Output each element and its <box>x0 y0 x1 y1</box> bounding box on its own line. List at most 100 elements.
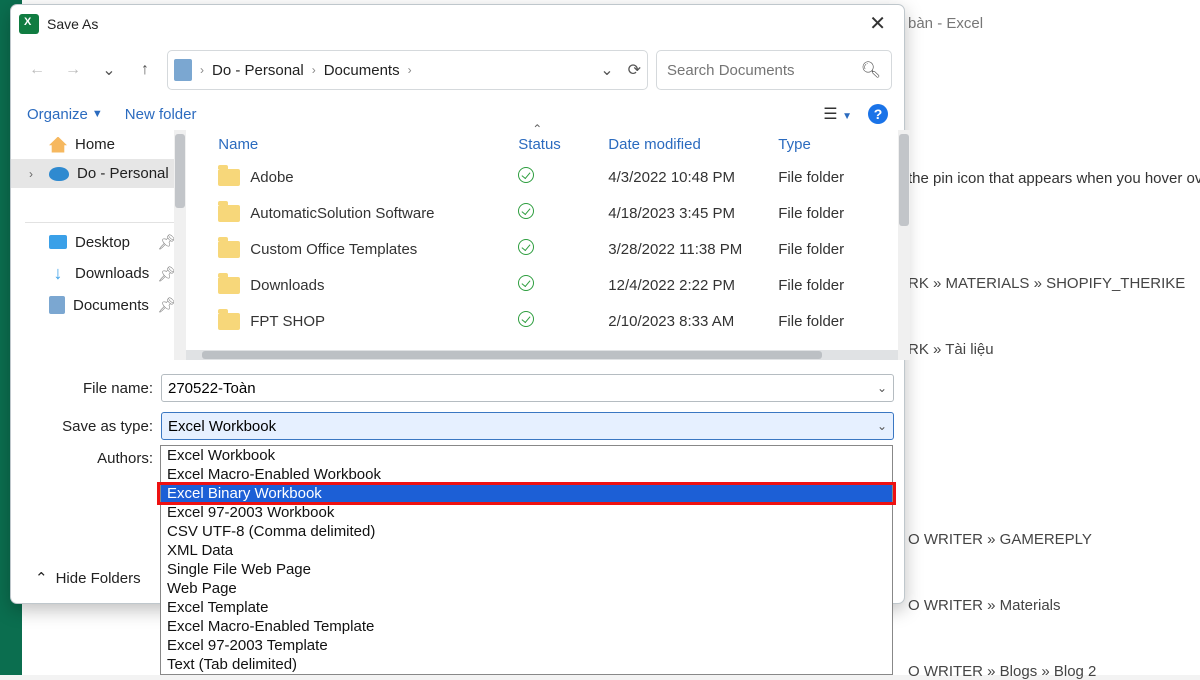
filename-input-wrap[interactable]: ⌄ <box>161 374 894 402</box>
refresh-icon[interactable]: ⟳ <box>628 60 641 80</box>
scrollbar-thumb[interactable] <box>175 134 185 208</box>
file-row-name: Custom Office Templates <box>250 241 417 258</box>
hide-folders-label: Hide Folders <box>56 570 141 587</box>
sidebar-item-desktop[interactable]: Desktop📌︎ <box>11 227 186 257</box>
title-bar: Save As ✕ <box>11 5 904 42</box>
nav-sidebar: Home › Do - Personal Desktop📌︎ ↓Downloads… <box>11 130 186 360</box>
filetype-option[interactable]: Excel Macro-Enabled Template <box>161 617 892 636</box>
save-type-value: Excel Workbook <box>168 418 276 435</box>
col-name[interactable]: Name <box>218 136 518 153</box>
file-row-name: FPT SHOP <box>250 313 325 330</box>
file-row-name: AutomaticSolution Software <box>250 205 434 222</box>
pin-hint-text: the pin icon that appears when you hover… <box>908 170 1200 187</box>
file-list-pane: ⌃ Name Status Date modified Type Adobe4/… <box>186 130 910 360</box>
folder-icon <box>218 169 240 186</box>
new-folder-button[interactable]: New folder <box>125 106 197 123</box>
forward-button[interactable]: → <box>59 56 87 84</box>
close-button[interactable]: ✕ <box>859 9 896 38</box>
sidebar-item-downloads[interactable]: ↓Downloads📌︎ <box>11 257 186 290</box>
filename-input[interactable] <box>168 380 887 397</box>
sidebar-item-label: Desktop <box>75 234 130 251</box>
view-options-button[interactable]: ☰ ▼ <box>823 104 852 124</box>
filetype-option[interactable]: Excel Workbook <box>161 446 892 465</box>
up-button[interactable]: ↑ <box>131 56 159 84</box>
synced-ok-icon <box>518 311 534 327</box>
file-row[interactable]: FPT SHOP2/10/2023 8:33 AMFile folder <box>186 303 910 339</box>
documents-icon <box>49 296 65 314</box>
scrollbar-thumb[interactable] <box>899 134 909 226</box>
breadcrumb-dropdown-icon[interactable]: ⌄ <box>600 60 613 80</box>
filetype-option[interactable]: Text (Tab delimited) <box>161 655 892 674</box>
authors-label: Authors: <box>21 450 161 467</box>
search-box[interactable]: 🔍︎ <box>656 50 892 90</box>
sidebar-item-label: Home <box>75 136 115 153</box>
filename-label: File name: <box>21 380 161 397</box>
excel-close[interactable]: Close <box>50 654 91 672</box>
bg-path-5: O WRITER » Blogs » Blog 2 <box>908 663 1096 680</box>
file-list-h-scrollbar[interactable] <box>186 350 898 360</box>
excel-publish[interactable]: Publish <box>50 612 102 630</box>
sidebar-scrollbar[interactable] <box>174 130 186 360</box>
chevron-right-icon[interactable]: › <box>29 167 41 181</box>
sidebar-item-label: Do - Personal <box>77 165 169 182</box>
breadcrumb-bar[interactable]: › Do - Personal › Documents › ⌄ ⟳ <box>167 50 648 90</box>
filetype-option[interactable]: Single File Web Page <box>161 560 892 579</box>
sidebar-item-home[interactable]: Home <box>11 130 186 159</box>
file-row-date: 12/4/2022 2:22 PM <box>608 277 778 294</box>
chevron-up-icon: ⌃ <box>35 569 48 587</box>
scrollbar-thumb[interactable] <box>202 351 822 359</box>
sidebar-item-onedrive[interactable]: › Do - Personal <box>11 159 186 188</box>
recent-dropdown-icon[interactable]: ⌄ <box>95 56 123 84</box>
file-row[interactable]: AutomaticSolution Software4/18/2023 3:45… <box>186 195 910 231</box>
download-icon: ↓ <box>49 263 67 284</box>
chevron-right-icon[interactable]: › <box>198 63 206 77</box>
filetype-option[interactable]: Excel 97-2003 Template <box>161 636 892 655</box>
synced-ok-icon <box>518 167 534 183</box>
file-row[interactable]: Custom Office Templates3/28/2022 11:38 P… <box>186 231 910 267</box>
folder-icon <box>218 205 240 222</box>
breadcrumb-item-1[interactable]: Do - Personal <box>206 62 310 79</box>
filetype-option[interactable]: Excel 97-2003 Workbook <box>161 503 892 522</box>
sidebar-divider <box>25 222 178 223</box>
save-type-combobox[interactable]: Excel Workbook ⌄ <box>161 412 894 440</box>
file-row[interactable]: Adobe4/3/2022 10:48 PMFile folder <box>186 159 910 195</box>
folder-icon <box>218 241 240 258</box>
filetype-option[interactable]: CSV UTF-8 (Comma delimited) <box>161 522 892 541</box>
desktop-icon <box>49 235 67 249</box>
filetype-option[interactable]: Excel Binary Workbook <box>161 484 892 503</box>
breadcrumb-item-2[interactable]: Documents <box>318 62 406 79</box>
search-input[interactable] <box>667 62 861 79</box>
search-icon[interactable]: 🔍︎ <box>861 60 881 80</box>
bg-path-3: O WRITER » GAMEREPLY <box>908 531 1092 548</box>
onedrive-icon <box>49 167 69 181</box>
excel-window-title: bàn - Excel <box>908 15 983 32</box>
file-browser-body: Home › Do - Personal Desktop📌︎ ↓Downloads… <box>11 130 904 360</box>
filetype-option[interactable]: Excel Template <box>161 598 892 617</box>
filetype-option[interactable]: XML Data <box>161 541 892 560</box>
filetype-option[interactable]: Web Page <box>161 579 892 598</box>
chevron-right-icon[interactable]: › <box>310 63 318 77</box>
help-icon[interactable]: ? <box>868 104 888 124</box>
col-status[interactable]: Status <box>518 136 608 153</box>
synced-ok-icon <box>518 275 534 291</box>
save-type-label: Save as type: <box>21 418 161 435</box>
hide-folders-button[interactable]: ⌃ Hide Folders <box>17 565 159 591</box>
filetype-option[interactable]: Excel Macro-Enabled Workbook <box>161 465 892 484</box>
sidebar-item-documents[interactable]: Documents📌︎ <box>11 290 186 320</box>
col-date[interactable]: Date modified <box>608 136 778 153</box>
home-icon <box>49 137 67 153</box>
col-type[interactable]: Type <box>778 136 898 153</box>
chevron-down-icon[interactable]: ⌄ <box>877 419 887 433</box>
bg-path-2: RK » Tài liệu <box>908 341 994 358</box>
organize-menu[interactable]: Organize ▼ <box>27 106 103 123</box>
file-list-v-scrollbar[interactable] <box>898 130 910 360</box>
file-row[interactable]: Downloads12/4/2022 2:22 PMFile folder <box>186 267 910 303</box>
chevron-right-icon[interactable]: › <box>406 63 414 77</box>
file-list-header: Name Status Date modified Type <box>186 130 910 159</box>
back-button[interactable]: ← <box>23 56 51 84</box>
sidebar-item-label: Documents <box>73 297 149 314</box>
filename-dropdown-icon[interactable]: ⌄ <box>877 381 887 395</box>
location-icon <box>174 59 192 81</box>
file-row-date: 2/10/2023 8:33 AM <box>608 313 778 330</box>
save-type-dropdown[interactable]: Excel WorkbookExcel Macro-Enabled Workbo… <box>160 445 893 675</box>
